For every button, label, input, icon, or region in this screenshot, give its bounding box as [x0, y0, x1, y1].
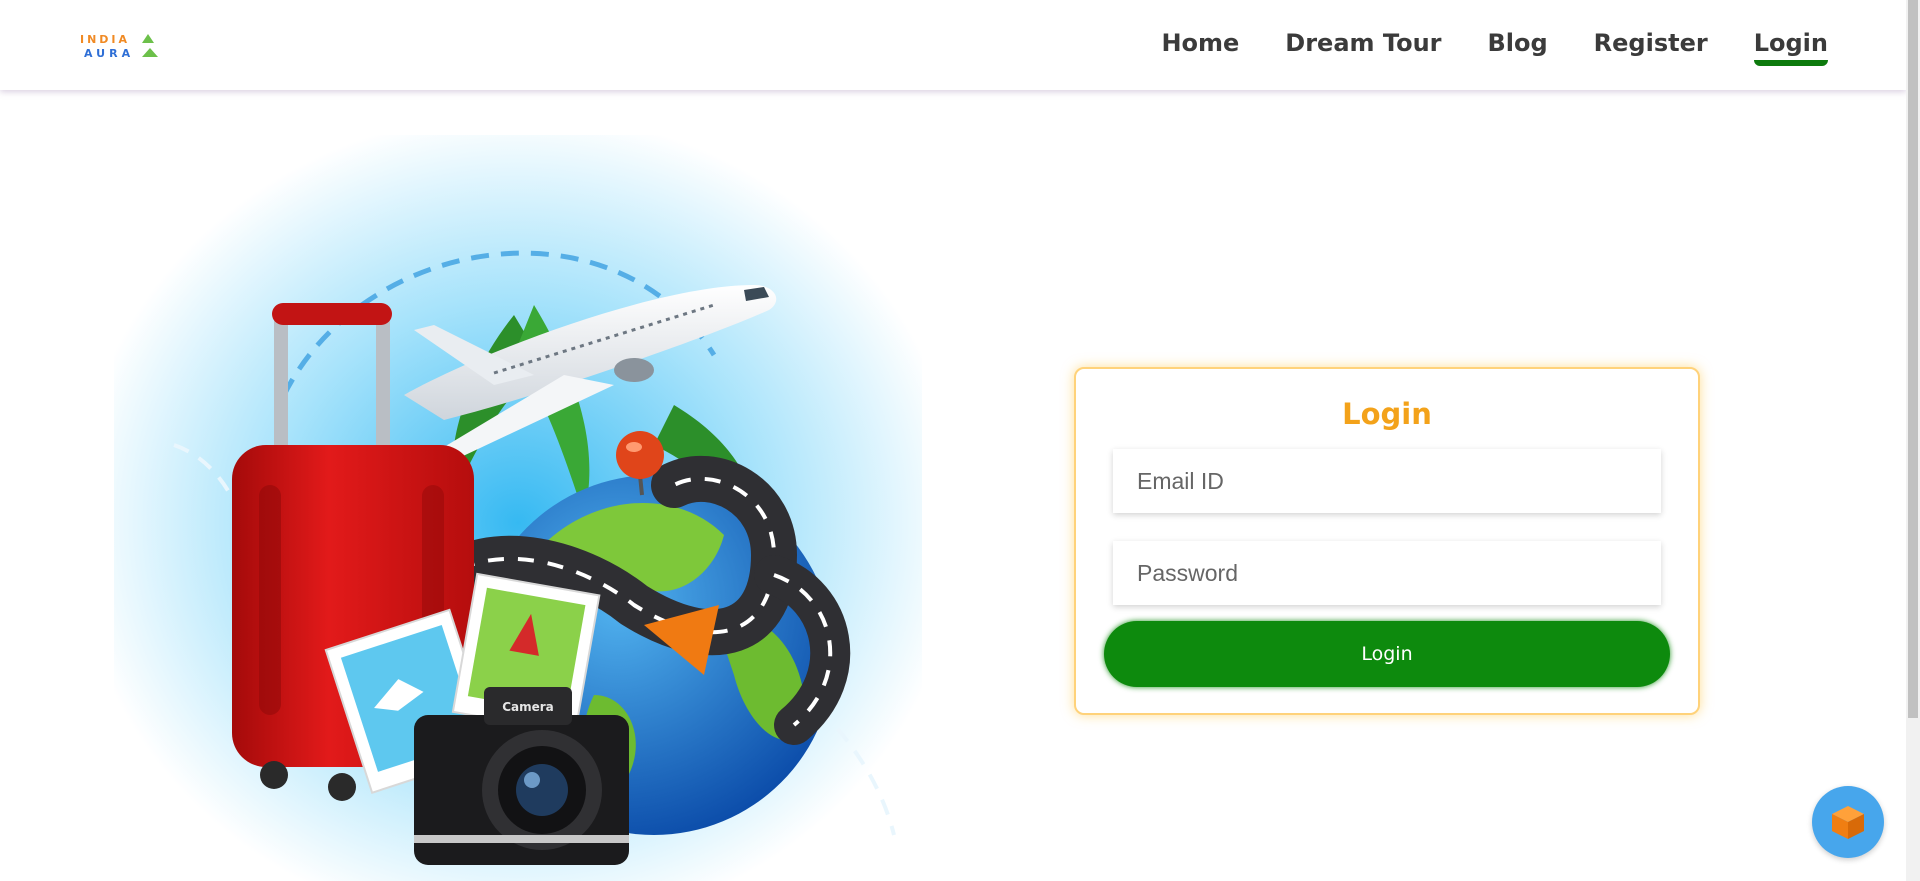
scrollbar-thumb[interactable]	[1908, 0, 1918, 718]
page-scrollbar[interactable]	[1906, 0, 1920, 881]
chat-widget-button[interactable]	[1812, 786, 1884, 858]
page: INDIA AURA Home Dream Tour Blog Register…	[0, 0, 1920, 881]
cube-icon	[1832, 806, 1864, 839]
nav-dream-tour[interactable]: Dream Tour	[1285, 26, 1441, 60]
email-input[interactable]	[1113, 449, 1661, 513]
nav-blog[interactable]: Blog	[1487, 26, 1547, 60]
nav-register[interactable]: Register	[1594, 26, 1708, 60]
password-input[interactable]	[1113, 541, 1661, 605]
logo-text-top: INDIA	[80, 33, 130, 46]
login-card: Login Login	[1074, 367, 1700, 715]
india-aura-logo[interactable]: INDIA AURA	[78, 30, 162, 60]
login-button[interactable]: Login	[1104, 621, 1670, 687]
login-title: Login	[1342, 397, 1432, 431]
travel-illustration: Camera	[114, 135, 922, 881]
camera-label: Camera	[502, 700, 554, 714]
main-nav: Home Dream Tour Blog Register Login	[1161, 26, 1829, 66]
top-navbar: INDIA AURA Home Dream Tour Blog Register…	[0, 0, 1906, 90]
nav-login[interactable]: Login	[1753, 26, 1829, 66]
logo-text-bottom: AURA	[84, 47, 134, 60]
nav-home[interactable]: Home	[1161, 26, 1239, 60]
